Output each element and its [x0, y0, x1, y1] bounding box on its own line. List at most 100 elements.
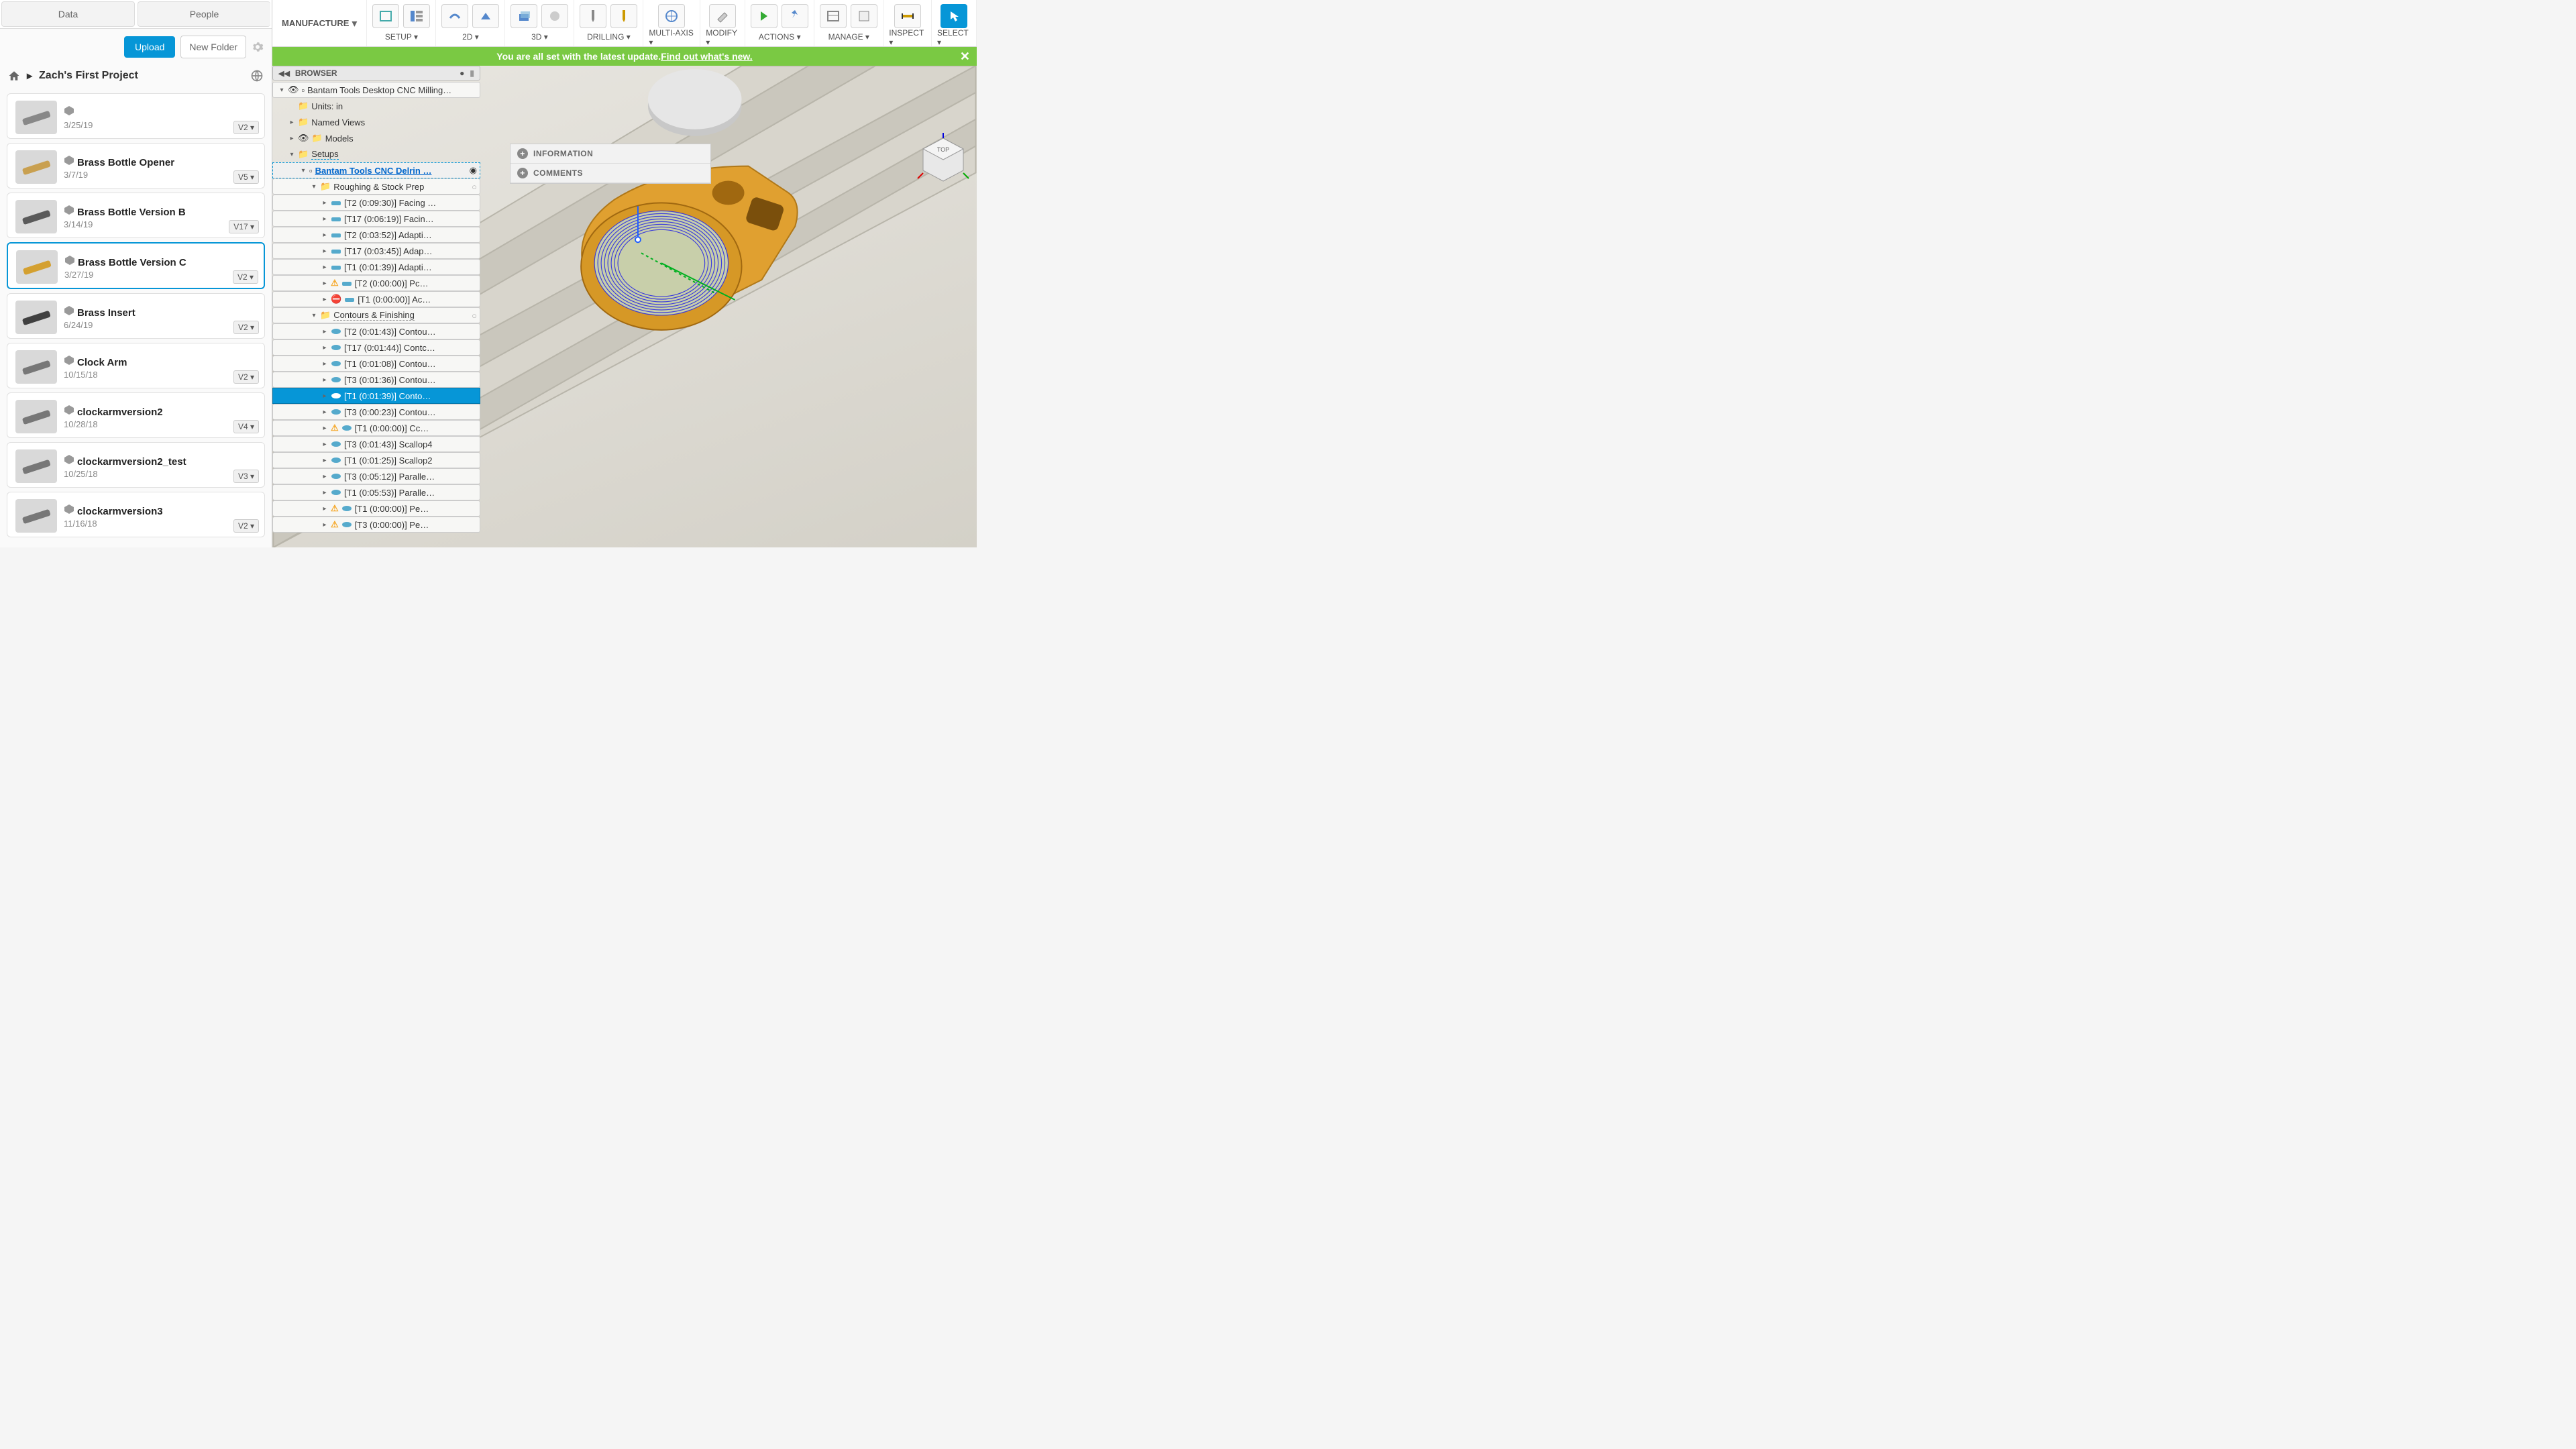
tree-row[interactable]: ▸ 👁📁Models — [272, 130, 480, 146]
tab-people[interactable]: People — [138, 1, 270, 27]
tree-row[interactable]: ▸ [T1 (0:01:08)] Contou… — [272, 356, 480, 372]
expand-icon[interactable]: ▸ — [321, 409, 328, 416]
comments-header[interactable]: + COMMENTS — [511, 164, 710, 183]
upload-button[interactable]: Upload — [124, 36, 175, 58]
viewcube[interactable]: TOP — [916, 133, 970, 186]
expand-icon[interactable]: ▸ — [321, 505, 328, 513]
tree-row[interactable]: ▸ [T2 (0:09:30)] Facing … — [272, 195, 480, 211]
ribbon-button[interactable] — [441, 4, 468, 28]
visibility-icon[interactable]: 👁 — [298, 133, 309, 144]
tree-row[interactable]: ▾ 👁▫Bantam Tools Desktop CNC Milling… — [272, 82, 480, 98]
visibility-icon[interactable]: 👁 — [288, 85, 299, 95]
expand-icon[interactable]: ▸ — [321, 473, 328, 480]
version-dropdown[interactable]: V5 ▾ — [233, 170, 259, 184]
tab-data[interactable]: Data — [1, 1, 135, 27]
file-item[interactable]: Brass Bottle Version C 3/27/19 V2 ▾ — [7, 242, 265, 289]
tree-row[interactable]: ▸ [T17 (0:01:44)] Contc… — [272, 339, 480, 356]
expand-icon[interactable]: ▸ — [321, 296, 328, 303]
ribbon-button[interactable] — [511, 4, 537, 28]
workspace-switcher[interactable]: MANUFACTURE ▾ — [272, 0, 367, 46]
tree-row[interactable]: ▸ ⛔[T1 (0:00:00)] Ac… — [272, 291, 480, 307]
expand-icon[interactable]: ▾ — [311, 183, 317, 191]
ribbon-button[interactable] — [541, 4, 568, 28]
expand-icon[interactable]: ▸ — [321, 521, 328, 529]
file-item[interactable]: Brass Insert 6/24/19 V2 ▾ — [7, 293, 265, 339]
ribbon-group-label[interactable]: INSPECT ▾ — [889, 28, 926, 49]
expand-icon[interactable]: ▸ — [321, 215, 328, 223]
ribbon-button[interactable] — [782, 4, 808, 28]
ribbon-button[interactable] — [851, 4, 877, 28]
tree-row[interactable]: ▸ [T1 (0:01:25)] Scallop2 — [272, 452, 480, 468]
ribbon-group-label[interactable]: MANAGE ▾ — [828, 32, 869, 44]
expand-icon[interactable]: ▸ — [321, 360, 328, 368]
file-list[interactable]: 3/25/19 V2 ▾ Brass Bottle Opener 3/7/19 — [0, 89, 272, 556]
expand-icon[interactable]: ▾ — [278, 87, 285, 94]
expand-icon[interactable]: ▸ — [321, 489, 328, 496]
expand-icon[interactable]: ▸ — [321, 441, 328, 448]
project-title[interactable]: Zach's First Project — [39, 70, 138, 82]
tree-row[interactable]: ▸ ⚠[T1 (0:00:00)] Pe… — [272, 500, 480, 517]
expand-icon[interactable]: ▸ — [321, 264, 328, 271]
tree-row[interactable]: 📁Units: in — [272, 98, 480, 114]
tree-row[interactable]: ▸ [T17 (0:03:45)] Adap… — [272, 243, 480, 259]
collapse-icon[interactable]: ◀◀ — [278, 69, 290, 78]
ribbon-group-label[interactable]: SELECT ▾ — [937, 28, 971, 49]
tree-row[interactable]: ▸ [T2 (0:03:52)] Adapti… — [272, 227, 480, 243]
file-item[interactable]: clockarmversion2_test 10/25/18 V3 ▾ — [7, 442, 265, 488]
tree-row[interactable]: ▸ [T2 (0:01:43)] Contou… — [272, 323, 480, 339]
notif-link[interactable]: Find out what's new. — [661, 51, 753, 62]
ribbon-button[interactable] — [751, 4, 777, 28]
expand-icon[interactable]: ▸ — [321, 280, 328, 287]
tree-row[interactable]: ▸ 📁Named Views — [272, 114, 480, 130]
ribbon-button[interactable] — [610, 4, 637, 28]
file-item[interactable]: Clock Arm 10/15/18 V2 ▾ — [7, 343, 265, 388]
tree-row[interactable]: ▸ [T1 (0:01:39)] Conto… — [272, 388, 480, 404]
expand-icon[interactable]: ▾ — [288, 151, 295, 158]
ribbon-group-label[interactable]: SETUP ▾ — [385, 32, 418, 44]
expand-icon[interactable]: ▸ — [321, 199, 328, 207]
tree-row[interactable]: ▸ ⚠[T2 (0:00:00)] Pc… — [272, 275, 480, 291]
browser-toggle-icon[interactable]: ● — [460, 68, 464, 78]
ribbon-button[interactable] — [709, 4, 736, 28]
browser-header[interactable]: ◀◀ BROWSER ● ▮ — [272, 66, 480, 80]
version-dropdown[interactable]: V2 ▾ — [233, 370, 259, 384]
expand-icon[interactable]: ▸ — [321, 231, 328, 239]
tree-row[interactable]: ▸ [T3 (0:01:43)] Scallop4 — [272, 436, 480, 452]
file-item[interactable]: clockarmversion2 10/28/18 V4 ▾ — [7, 392, 265, 438]
version-dropdown[interactable]: V2 ▾ — [233, 270, 258, 284]
ribbon-group-label[interactable]: MULTI-AXIS ▾ — [649, 28, 694, 49]
tree-row[interactable]: ▸ [T3 (0:00:23)] Contou… — [272, 404, 480, 420]
expand-icon[interactable]: ▸ — [321, 457, 328, 464]
ribbon-group-label[interactable]: 2D ▾ — [462, 32, 479, 44]
expand-icon[interactable]: + — [517, 168, 528, 178]
version-dropdown[interactable]: V4 ▾ — [233, 420, 259, 433]
file-item[interactable]: clockarmversion3 11/16/18 V2 ▾ — [7, 492, 265, 537]
expand-icon[interactable]: ▸ — [288, 119, 295, 126]
close-icon[interactable]: ✕ — [960, 50, 970, 64]
file-item[interactable]: 3/25/19 V2 ▾ — [7, 93, 265, 139]
expand-icon[interactable]: ▾ — [311, 312, 317, 319]
new-folder-button[interactable]: New Folder — [180, 36, 246, 58]
ribbon-button[interactable] — [472, 4, 499, 28]
home-icon[interactable] — [8, 70, 20, 82]
version-dropdown[interactable]: V2 ▾ — [233, 121, 259, 134]
expand-icon[interactable]: + — [517, 148, 528, 159]
expand-icon[interactable]: ▸ — [321, 425, 328, 432]
version-dropdown[interactable]: V17 ▾ — [229, 220, 259, 233]
expand-icon[interactable]: ▸ — [321, 392, 328, 400]
tree-row[interactable]: ▾ 📁Contours & Finishing○ — [272, 307, 480, 323]
ribbon-button[interactable] — [580, 4, 606, 28]
tree-row[interactable]: ▾ 📁Roughing & Stock Prep○ — [272, 178, 480, 195]
ribbon-button[interactable] — [372, 4, 399, 28]
settings-icon[interactable] — [252, 41, 264, 53]
expand-icon[interactable]: ▸ — [321, 328, 328, 335]
ribbon-button[interactable] — [658, 4, 685, 28]
tree-row[interactable]: ▾ 📁Setups — [272, 146, 480, 162]
tree-row[interactable]: ▸ [T1 (0:01:39)] Adapti… — [272, 259, 480, 275]
ribbon-button[interactable] — [403, 4, 430, 28]
tree-row[interactable]: ▸ ⚠[T1 (0:00:00)] Cc… — [272, 420, 480, 436]
expand-icon[interactable]: ▸ — [288, 135, 295, 142]
ribbon-button[interactable] — [894, 4, 921, 28]
version-dropdown[interactable]: V3 ▾ — [233, 470, 259, 483]
version-dropdown[interactable]: V2 ▾ — [233, 519, 259, 533]
